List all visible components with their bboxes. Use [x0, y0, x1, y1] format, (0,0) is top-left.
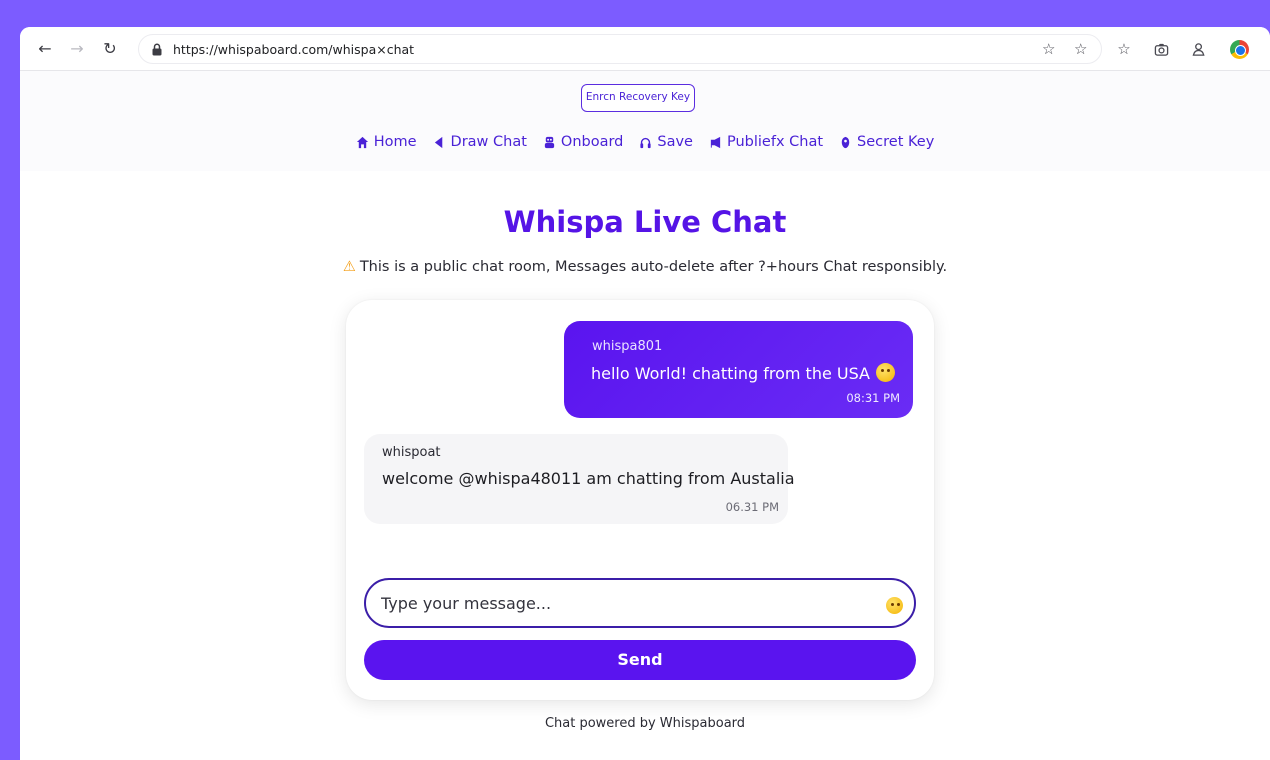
bookmarks-star-icon[interactable]: ☆ — [1114, 39, 1134, 59]
profile-icon[interactable] — [1189, 39, 1209, 59]
emoji-picker-button[interactable] — [886, 596, 903, 615]
message-time: 08:31 PM — [846, 391, 900, 405]
message-time: 06.31 PM — [725, 500, 779, 514]
url-text[interactable]: https://whispaboard.com/whispa×chat — [173, 42, 414, 57]
message-text-wrap: hello World! chatting from the USA — [591, 363, 895, 383]
message-text: hello World! chatting from the USA — [591, 364, 870, 383]
page-title: Whispa Live Chat — [503, 205, 787, 239]
site-header: Enrcn Recovery Key Home Draw Chat Onboar… — [20, 71, 1270, 171]
message-incoming: whispoat welcome @whispa48011 am chattin… — [364, 434, 795, 524]
nav-item-label: Draw Chat — [450, 134, 527, 150]
bookmark-icon[interactable]: ☆ — [1074, 40, 1087, 58]
emoji-icon — [886, 597, 903, 614]
message-outgoing: whispa801 hello World! chatting from the… — [564, 321, 913, 418]
browser-window: ← → ↻ https://whispaboard.com/whispa×cha… — [20, 27, 1270, 760]
pencil-icon — [434, 136, 442, 148]
chrome-icon[interactable] — [1230, 40, 1249, 59]
nav-item-label: Onboard — [560, 134, 624, 150]
message-input-wrap — [364, 578, 916, 628]
message-user: whispa801 — [592, 339, 663, 354]
lock-icon — [152, 43, 162, 56]
nav-item-label: Publiefx Chat — [726, 134, 824, 150]
back-icon[interactable]: ← — [34, 38, 56, 60]
nav-item-home[interactable]: Home — [356, 130, 417, 154]
message-input[interactable] — [381, 591, 861, 615]
nav-item-secret-key[interactable]: Secret Key — [839, 130, 934, 154]
browser-toolbar: ← → ↻ https://whispaboard.com/whispa×cha… — [20, 27, 1270, 71]
home-icon — [356, 136, 368, 148]
reload-icon[interactable]: ↻ — [99, 38, 121, 60]
nav-item-draw-chat[interactable]: Draw Chat — [433, 130, 527, 154]
footer-text: Chat powered by Whispaboard — [544, 716, 746, 731]
notice-text: This is a public chat room, Messages aut… — [359, 259, 948, 275]
nav-item-public-chat[interactable]: Publiefx Chat — [709, 130, 823, 154]
message-text: welcome @whispa48011 am chatting from Au… — [382, 469, 795, 488]
camera-icon[interactable] — [1151, 39, 1171, 59]
key-icon — [841, 136, 850, 148]
chat-card: whispa801 hello World! chatting from the… — [346, 300, 934, 700]
nav-item-onboard[interactable]: Onboard — [543, 130, 623, 154]
chat-notice: ⚠ This is a public chat room, Messages au… — [20, 259, 1270, 275]
smile-emoji-icon — [876, 363, 895, 382]
nav-item-label: Secret Key — [857, 134, 935, 150]
megaphone-icon — [710, 136, 721, 148]
forward-icon[interactable]: → — [66, 38, 88, 60]
warning-icon: ⚠ — [342, 259, 356, 275]
message-user: whispoat — [382, 445, 441, 460]
robot-icon — [544, 136, 555, 148]
recovery-key-button[interactable]: Enrcn Recovery Key — [581, 84, 695, 112]
nav-item-label: Save — [657, 134, 693, 150]
nav-item-label: Home — [373, 134, 417, 150]
main-nav: Home Draw Chat Onboard Save Publiefx Cha… — [20, 130, 1270, 154]
send-button[interactable]: Send — [364, 640, 916, 680]
address-bar[interactable]: https://whispaboard.com/whispa×chat ☆ ☆ — [138, 34, 1102, 64]
star-icon[interactable]: ☆ — [1042, 40, 1055, 58]
headphones-icon — [640, 137, 651, 148]
nav-item-save[interactable]: Save — [639, 130, 693, 154]
